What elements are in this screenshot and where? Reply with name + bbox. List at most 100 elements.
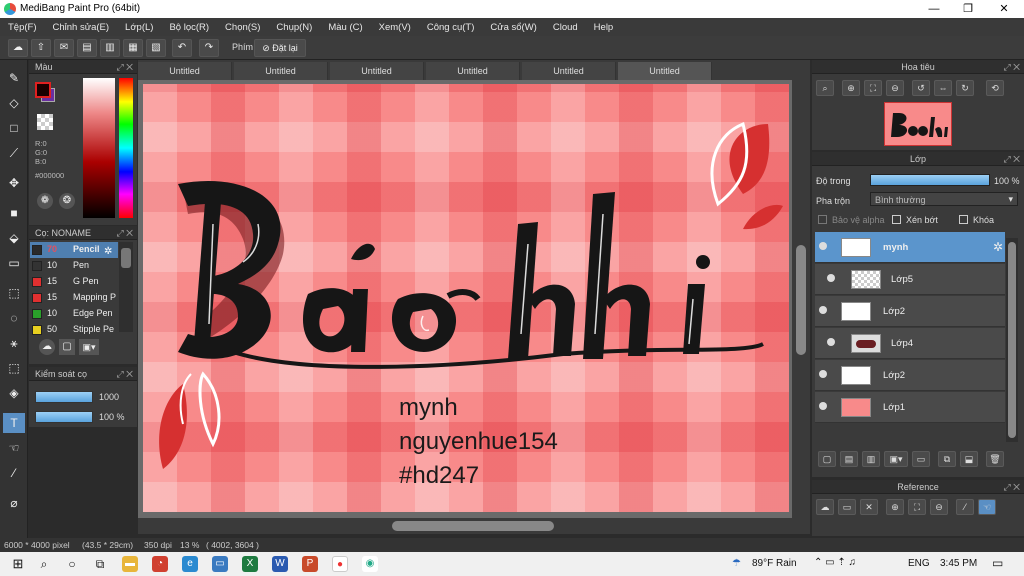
menu-tools[interactable]: Công cụ(T) [419,22,483,33]
eye-icon[interactable] [827,274,835,282]
panel-options-icon[interactable]: ⤢ ✕ [116,226,133,240]
new-brush-icon[interactable]: ▢ [59,339,75,355]
brush-item[interactable]: 10 Edge Pen [30,306,118,322]
transparent-color-swatch[interactable] [37,114,53,130]
hand-tool-icon[interactable]: ☜ [3,438,25,458]
panels-icon[interactable]: ▧ [146,39,166,57]
document-tab[interactable]: Untitled [426,62,520,80]
layer-list-scrollbar[interactable] [1006,238,1018,442]
brush-opacity-slider[interactable] [35,411,93,423]
layer-row[interactable]: mynh ✲ [815,232,1005,263]
clock[interactable]: 3:45 PM [940,558,977,569]
select-eraser-tool-icon[interactable]: ◈ [3,383,25,403]
zoom-in-icon[interactable]: ⊕ [842,80,860,96]
document-tab[interactable]: Untitled [138,62,232,80]
palette-add-icon[interactable]: ❂ [59,193,75,209]
folder-icon[interactable]: ▭ [912,451,930,467]
close-button[interactable]: ✕ [986,0,1022,18]
layer-row[interactable]: Lớp2 [815,296,1005,327]
cortana-icon[interactable]: ○ [64,556,80,572]
eye-icon[interactable] [827,338,835,346]
zoom-out-icon[interactable]: ⊖ [886,80,904,96]
brush-item[interactable]: 50 Stipple Pe [30,322,118,338]
app-icon[interactable]: ◔ [152,556,168,572]
vertical-scrollbar[interactable] [792,80,810,518]
panel-options-icon[interactable]: ⤢ ✕ [116,60,133,74]
panel-options-icon[interactable]: ⤢ ✕ [1003,60,1020,74]
search-icon[interactable]: ⌕ [36,556,52,572]
menu-filter[interactable]: Bộ lọc(R) [161,22,217,33]
eye-icon[interactable] [819,242,827,250]
menu-edit[interactable]: Chỉnh sửa(E) [45,22,118,33]
zoom-fit-icon[interactable]: ⌕ [816,80,834,96]
horizontal-scrollbar[interactable] [138,518,810,534]
panel-options-icon[interactable]: ⤢ ✕ [1003,480,1020,494]
palette-icon[interactable]: ❁ [37,193,53,209]
move-tool-icon[interactable]: ✥ [3,173,25,193]
tray-icons[interactable]: ⌃ ▭ ⇡ ♫ [814,557,856,568]
menu-cloud[interactable]: Cloud [545,22,586,33]
panel-options-icon[interactable]: ⤢ ✕ [116,367,133,381]
vertical-scroll-thumb[interactable] [796,245,806,355]
rotate-right-icon[interactable]: ↻ [956,80,974,96]
hue-slider[interactable] [119,78,133,218]
document-tab[interactable]: Untitled [234,62,328,80]
text-tool-icon[interactable]: T [3,413,25,433]
grid-icon[interactable]: ▦ [123,39,143,57]
medibang-icon[interactable]: ● [332,556,348,572]
menu-view[interactable]: Xem(V) [371,22,419,33]
new-layer-icon[interactable]: ▢ [818,451,836,467]
word-icon[interactable]: W [272,556,288,572]
document-tab[interactable]: Untitled [522,62,616,80]
close-icon[interactable]: ✕ [860,499,878,515]
brush-item[interactable]: 15 G Pen [30,274,118,290]
chrome-icon[interactable]: ◉ [362,556,378,572]
fit-window-icon[interactable]: ⛶ [908,499,926,515]
eye-icon[interactable] [819,306,827,314]
zoom-in-icon[interactable]: ⊕ [886,499,904,515]
restore-button[interactable]: ❐ [950,0,986,18]
hand-icon[interactable]: ☜ [978,499,996,515]
saturation-value-picker[interactable] [83,78,115,218]
comment-icon[interactable]: ✉ [54,39,74,57]
open-folder-icon[interactable]: ▭ [838,499,856,515]
protect-alpha-checkbox[interactable] [818,215,827,224]
eyedropper-icon[interactable]: ⁄ [956,499,974,515]
dropper-tool-icon[interactable]: ⌀ [3,493,25,513]
new-8bit-layer-icon[interactable]: ▥ [862,451,880,467]
eyedropper-tool-icon[interactable]: ⁄ [3,463,25,483]
input-language[interactable]: ENG [908,558,930,569]
menu-layer[interactable]: Lớp(L) [117,22,161,33]
bucket-tool-icon[interactable]: ⬙ [3,228,25,248]
fill-rect-tool-icon[interactable]: ■ [3,203,25,223]
notifications-icon[interactable]: ▭ [992,556,1003,570]
rotate-left-icon[interactable]: ↺ [912,80,930,96]
menu-select[interactable]: Chọn(S) [217,22,268,33]
cloud-brush-icon[interactable]: ☁ [39,339,55,355]
select-pen-tool-icon[interactable]: ⬚ [3,358,25,378]
document-tab[interactable]: Untitled [330,62,424,80]
excel-icon[interactable]: X [242,556,258,572]
horizontal-scroll-thumb[interactable] [392,521,554,531]
line-tool-icon[interactable]: ⟋ [3,143,25,163]
layer-row[interactable]: Lớp1 [815,392,1005,423]
duplicate-layer-icon[interactable]: ⧉ [938,451,956,467]
redo-icon[interactable]: ↷ [199,39,219,57]
gradient-tool-icon[interactable]: ▭ [3,253,25,273]
menu-window[interactable]: Cửa sổ(W) [482,22,544,33]
minimize-button[interactable]: — [916,0,952,18]
blend-mode-select[interactable]: Bình thường ▾ [870,192,1018,206]
edge-icon[interactable]: e [182,556,198,572]
upload-icon[interactable]: ⇧ [31,39,51,57]
chat-icon[interactable]: ▤ [77,39,97,57]
brush-size-slider[interactable] [35,391,93,403]
layer-row[interactable]: Lớp2 [815,360,1005,391]
file-explorer-icon[interactable]: ▬ [122,556,138,572]
eye-icon[interactable] [819,402,827,410]
drawing-canvas[interactable]: mynh nguyenhue154 #hd247 [143,84,789,512]
gear-icon[interactable]: ✲ [993,240,1003,254]
brush-menu-icon[interactable]: ▣▾ [79,339,99,355]
layer-row[interactable]: Lớp4 [815,328,1005,359]
flip-icon[interactable]: ⇔ [934,80,952,96]
powerpoint-icon[interactable]: P [302,556,318,572]
